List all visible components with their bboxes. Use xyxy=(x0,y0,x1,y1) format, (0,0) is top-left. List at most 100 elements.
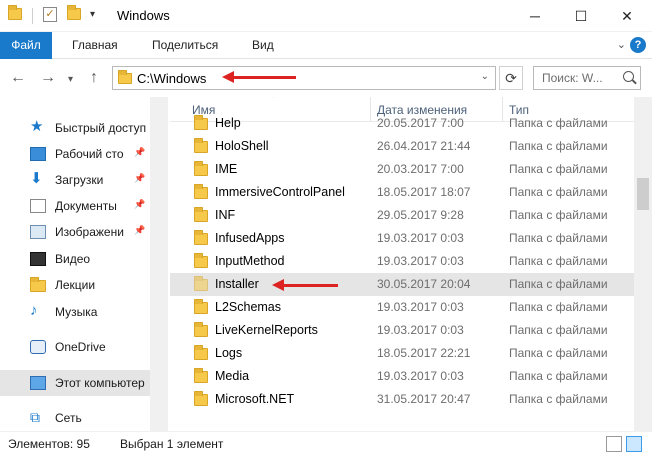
list-scrollbar[interactable] xyxy=(634,97,652,431)
folder-icon xyxy=(194,276,208,291)
back-button[interactable]: ← xyxy=(10,69,26,87)
sidebar-item[interactable]: Лекции xyxy=(0,272,150,298)
sidebar-item[interactable]: OneDrive xyxy=(0,334,150,360)
sort-ascending-icon: ⌃ xyxy=(270,97,279,105)
pin-icon[interactable]: 📌 xyxy=(134,173,145,184)
documents-icon xyxy=(30,199,46,213)
folder-icon xyxy=(194,230,208,245)
folder-icon xyxy=(8,5,22,20)
table-row[interactable]: Logs 18.05.2017 22:21 Папка с файлами xyxy=(170,342,634,365)
address-bar[interactable]: C:\Windows ⌄ xyxy=(112,66,496,90)
new-folder-icon[interactable] xyxy=(67,5,81,20)
file-type: Папка с файлами xyxy=(509,139,608,153)
tab-home[interactable]: Главная xyxy=(72,32,118,59)
properties-icon[interactable]: ✓ xyxy=(43,7,57,22)
chevron-down-icon[interactable]: ▾ xyxy=(90,9,95,20)
folder-icon xyxy=(194,391,208,406)
table-row[interactable]: Microsoft.NET 31.05.2017 20:47 Папка с фай… xyxy=(170,388,634,411)
item-count: Элементов: 95 xyxy=(8,437,90,451)
help-icon[interactable]: ? xyxy=(630,37,646,53)
tab-view[interactable]: Вид xyxy=(252,32,274,59)
sidebar-scrollbar[interactable] xyxy=(150,97,168,431)
close-button[interactable]: ✕ xyxy=(604,0,650,32)
video-icon xyxy=(30,252,46,266)
maximize-button[interactable]: ☐ xyxy=(558,0,604,32)
pictures-icon xyxy=(30,225,46,239)
file-name: Microsoft.NET xyxy=(215,392,295,406)
file-date: 31.05.2017 20:47 xyxy=(377,392,471,406)
table-row[interactable]: IME 20.03.2017 7:00 Папка с файлами xyxy=(170,158,634,181)
file-type: Папка с файлами xyxy=(509,231,608,245)
sidebar-item-label: Изображени xyxy=(55,225,124,239)
pin-icon[interactable]: 📌 xyxy=(134,147,145,158)
chevron-down-icon[interactable]: ⌄ xyxy=(481,71,489,82)
sidebar-item[interactable]: ⧉ Сеть xyxy=(0,405,150,431)
chevron-down-icon[interactable]: ⌄ xyxy=(617,38,626,51)
minimize-button[interactable]: ─ xyxy=(512,0,558,32)
file-name: HoloShell xyxy=(215,139,269,153)
tab-share[interactable]: Поделиться xyxy=(152,32,218,59)
large-icons-view-icon[interactable] xyxy=(626,436,642,452)
details-view-icon[interactable] xyxy=(606,436,622,452)
computer-icon xyxy=(30,376,46,390)
table-row[interactable]: HoloShell 26.04.2017 21:44 Папка с файлами xyxy=(170,135,634,158)
folder-icon xyxy=(194,322,208,337)
sidebar-item[interactable]: Документы 📌 xyxy=(0,193,150,219)
address-path[interactable]: C:\Windows xyxy=(137,71,206,86)
table-row[interactable]: Installer 30.05.2017 20:04 Папка с файлами xyxy=(170,273,634,296)
pin-icon[interactable]: 📌 xyxy=(134,225,145,236)
ribbon-tabs: Файл Главная Поделиться Вид ⌄ ? xyxy=(0,32,652,59)
file-date: 19.03.2017 0:03 xyxy=(377,323,464,337)
sidebar-item[interactable]: Этот компьютер xyxy=(0,370,150,396)
table-row[interactable]: Media 19.03.2017 0:03 Папка с файлами xyxy=(170,365,634,388)
sidebar-item-label: Рабочий сто xyxy=(55,147,124,161)
file-type: Папка с файлами xyxy=(509,300,608,314)
sidebar-item-label: Видео xyxy=(55,252,91,266)
folder-icon xyxy=(194,299,208,314)
pin-icon[interactable]: 📌 xyxy=(134,199,145,210)
annotation-arrow xyxy=(222,71,296,83)
file-date: 19.03.2017 0:03 xyxy=(377,231,464,245)
sidebar-item[interactable]: ♪ Музыка xyxy=(0,299,150,325)
file-name: L2Schemas xyxy=(215,300,282,314)
file-date: 19.03.2017 0:03 xyxy=(377,369,464,383)
file-name: LiveKernelReports xyxy=(215,323,318,337)
search-input[interactable]: Поиск: W... xyxy=(533,66,641,90)
file-list: Имя ⌃ Дата изменения Тип Help 20.05.2017 … xyxy=(170,97,652,431)
table-row[interactable]: L2Schemas 19.03.2017 0:03 Папка с файлами xyxy=(170,296,634,319)
sidebar-item[interactable]: Видео xyxy=(0,246,150,272)
folder-icon xyxy=(194,115,208,130)
title-bar: ✓ ▾ Windows ─ ☐ ✕ xyxy=(0,0,652,32)
sidebar-item[interactable]: ⬇ Загрузки 📌 xyxy=(0,167,150,193)
tab-file[interactable]: Файл xyxy=(0,32,52,59)
table-row[interactable]: InputMethod 19.03.2017 0:03 Папка с файлам… xyxy=(170,250,634,273)
scrollbar-thumb[interactable] xyxy=(637,178,649,210)
sidebar-item[interactable]: Изображени 📌 xyxy=(0,219,150,245)
file-date: 26.04.2017 21:44 xyxy=(377,139,471,153)
sidebar-item[interactable]: Рабочий сто 📌 xyxy=(0,141,150,167)
sidebar-item-label: Этот компьютер xyxy=(55,376,145,390)
forward-button[interactable]: → xyxy=(40,69,56,87)
file-name: IME xyxy=(215,162,238,176)
folder-icon xyxy=(194,207,208,222)
folder-icon xyxy=(194,253,208,268)
sidebar-item-label: Лекции xyxy=(55,278,96,292)
table-row[interactable]: InfusedApps 19.03.2017 0:03 Папка с файлам… xyxy=(170,227,634,250)
sidebar-item[interactable]: ★ Быстрый доступ xyxy=(0,115,150,141)
table-row[interactable]: Help 20.05.2017 7:00 Папка с файлами xyxy=(170,112,634,135)
sidebar-item-label: OneDrive xyxy=(55,340,106,354)
recent-dropdown-icon[interactable]: ▾ xyxy=(68,74,73,85)
table-row[interactable]: LiveKernelReports 19.03.2017 0:03 Папка с … xyxy=(170,319,634,342)
file-type: Папка с файлами xyxy=(509,162,608,176)
file-date: 20.03.2017 7:00 xyxy=(377,162,464,176)
onedrive-icon xyxy=(30,340,46,354)
table-row[interactable]: INF 29.05.2017 9:28 Папка с файлами xyxy=(170,204,634,227)
status-bar: Элементов: 95 Выбран 1 элемент xyxy=(0,431,652,456)
file-date: 30.05.2017 20:04 xyxy=(377,277,471,291)
file-name: InputMethod xyxy=(215,254,285,268)
file-date: 19.03.2017 0:03 xyxy=(377,254,464,268)
refresh-button[interactable]: ⟳ xyxy=(499,66,523,90)
table-row[interactable]: ImmersiveControlPanel 18.05.2017 18:07 Пап… xyxy=(170,181,634,204)
folder-icon xyxy=(194,345,208,360)
up-button[interactable]: ↑ xyxy=(90,69,98,87)
